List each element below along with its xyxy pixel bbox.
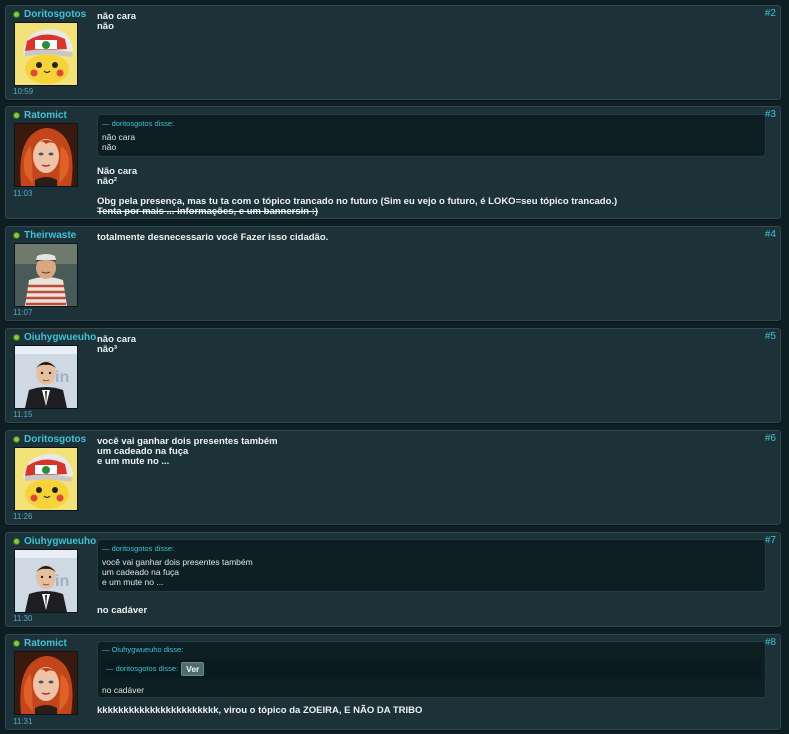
post-number[interactable]: #2 [765, 8, 776, 19]
online-status-icon [13, 334, 20, 341]
post-text: kkkkkkkkkkkkkkkkkkkkkkk, virou o tópico … [97, 705, 423, 716]
post-text: não cara [97, 11, 137, 22]
author-name[interactable]: Doritosgotos [24, 9, 86, 20]
online-status-icon [13, 112, 20, 119]
post-text: não cara [97, 334, 137, 345]
post-2: Doritosgotos 10:59 #2 não cara não [5, 5, 781, 100]
post-body: não cara não³ [97, 335, 764, 355]
avatar[interactable] [14, 243, 78, 307]
post-body: não cara não [97, 12, 764, 32]
avatar[interactable] [14, 22, 78, 86]
post-text: Não cara [97, 166, 138, 177]
online-status-icon [13, 640, 20, 647]
post-text: um cadeado na fuça [97, 446, 189, 457]
post-body: — Oiuhygwueuho disse: — doritosgotos dis… [97, 641, 766, 716]
quote-text: um cadeado na fuça [102, 567, 180, 577]
post-body: você vai ganhar dois presentes também um… [97, 437, 764, 467]
post-number[interactable]: #4 [765, 229, 776, 240]
post-time: 11:15 [13, 410, 33, 419]
post-number[interactable]: #3 [765, 109, 776, 120]
post-text: não² [97, 176, 118, 187]
post-author[interactable]: Oiuhygwueuho [13, 536, 96, 547]
avatar[interactable] [14, 345, 78, 409]
avatar[interactable] [14, 447, 78, 511]
post-author[interactable]: Ratomict [13, 638, 67, 649]
post-6: Doritosgotos 11:26 #6 você vai ganhar do… [5, 430, 781, 525]
post-text: não [97, 21, 114, 32]
post-number[interactable]: #7 [765, 535, 776, 546]
author-name[interactable]: Oiuhygwueuho [24, 332, 96, 343]
quote-block: — doritosgotos disse: você vai ganhar do… [97, 539, 766, 592]
quote-text: e um mute no ... [102, 577, 164, 587]
post-number[interactable]: #8 [765, 637, 776, 648]
quote-text: não [102, 142, 117, 152]
online-status-icon [13, 11, 20, 18]
quote-author[interactable]: — doritosgotos disse: [102, 544, 761, 554]
avatar[interactable] [14, 651, 78, 715]
quote-text: não cara [102, 132, 136, 142]
nested-quote: — doritosgotos disse: Ver [102, 659, 761, 679]
nested-quote-author[interactable]: — doritosgotos disse: [106, 664, 178, 674]
post-author[interactable]: Doritosgotos [13, 9, 86, 20]
post-time: 11:31 [13, 717, 33, 726]
author-name[interactable]: Oiuhygwueuho [24, 536, 96, 547]
post-3: Ratomict 11:03 #3 — doritosgotos disse: … [5, 106, 781, 219]
post-text: totalmente desnecessario você Fazer isso… [97, 232, 329, 243]
online-status-icon [13, 538, 20, 545]
post-body: — doritosgotos disse: você vai ganhar do… [97, 539, 766, 616]
show-quote-button[interactable]: Ver [181, 662, 205, 676]
author-name[interactable]: Theirwaste [24, 230, 76, 241]
author-name[interactable]: Ratomict [24, 638, 67, 649]
post-text: não³ [97, 344, 118, 355]
author-name[interactable]: Doritosgotos [24, 434, 86, 445]
post-number[interactable]: #5 [765, 331, 776, 342]
quote-block: — doritosgotos disse: não cara não [97, 114, 766, 157]
post-4: Theirwaste 11:07 #4 totalmente desnecess… [5, 226, 781, 321]
post-text: você vai ganhar dois presentes também [97, 436, 278, 447]
quote-block: — Oiuhygwueuho disse: — doritosgotos dis… [97, 641, 766, 698]
post-time: 11:26 [13, 512, 33, 521]
post-7: Oiuhygwueuho 11:30 #7 — doritosgotos dis… [5, 532, 781, 627]
post-8: Ratomict 11:31 #8 — Oiuhygwueuho disse: … [5, 634, 781, 730]
post-time: 11:30 [13, 614, 33, 623]
post-author[interactable]: Doritosgotos [13, 434, 86, 445]
post-number[interactable]: #6 [765, 433, 776, 444]
post-author[interactable]: Theirwaste [13, 230, 76, 241]
post-text: e um mute no ... [97, 456, 170, 467]
avatar[interactable] [14, 123, 78, 187]
post-time: 10:59 [13, 87, 34, 96]
quote-author[interactable]: — Oiuhygwueuho disse: [102, 645, 761, 655]
post-body: — doritosgotos disse: não cara não Não c… [97, 114, 766, 217]
post-author[interactable]: Ratomict [13, 110, 67, 121]
online-status-icon [13, 232, 20, 239]
quote-author[interactable]: — doritosgotos disse: [102, 119, 761, 129]
author-name[interactable]: Ratomict [24, 110, 67, 121]
post-5: Oiuhygwueuho 11:15 #5 não cara não³ [5, 328, 781, 423]
post-text: no cadáver [97, 605, 148, 616]
quote-text: no cadáver [102, 685, 145, 695]
post-time: 11:03 [13, 189, 33, 198]
quote-text: você vai ganhar dois presentes também [102, 557, 253, 567]
struck-text: Tenta por mais ... informações, e um ban… [97, 206, 319, 217]
post-author[interactable]: Oiuhygwueuho [13, 332, 96, 343]
avatar[interactable] [14, 549, 78, 613]
online-status-icon [13, 436, 20, 443]
post-time: 11:07 [13, 308, 33, 317]
post-body: totalmente desnecessario você Fazer isso… [97, 233, 764, 243]
